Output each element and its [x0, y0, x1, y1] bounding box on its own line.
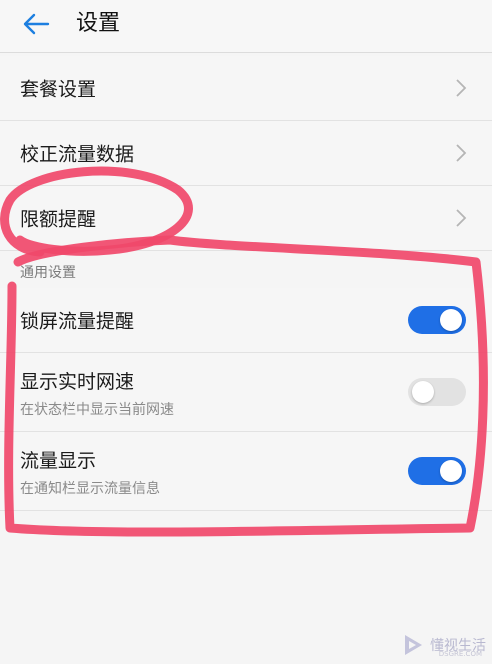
realtime-speed-toggle-switch[interactable] [408, 378, 466, 406]
settings-list: 套餐设置 校正流量数据 限额提醒 [0, 56, 492, 251]
toggle-item-title: 流量显示 [20, 450, 97, 472]
toggle-item-realtime-speed[interactable]: 显示实时网速 在状态栏中显示当前网速 [0, 353, 492, 432]
page-title: 设置 [76, 11, 121, 36]
traffic-display-toggle-switch[interactable] [408, 457, 466, 485]
watermark-logo-icon [405, 635, 422, 655]
settings-item-label: 校正流量数据 [20, 143, 135, 166]
app-header: 设置 [0, 0, 492, 53]
toggle-list: 锁屏流量提醒 显示实时网速 在状态栏中显示当前网速 流量显示 在通知栏显示流量信… [0, 288, 492, 511]
settings-item-label: 限额提醒 [20, 208, 97, 231]
settings-item-label: 套餐设置 [20, 78, 97, 101]
switch-knob [440, 460, 462, 482]
toggle-item-traffic-display[interactable]: 流量显示 在通知栏显示流量信息 [0, 432, 492, 511]
toggle-item-lockscreen[interactable]: 锁屏流量提醒 [0, 288, 492, 353]
lockscreen-toggle-switch[interactable] [408, 306, 466, 334]
settings-item-limit-reminder[interactable]: 限额提醒 [0, 186, 492, 251]
watermark-subtext: DSGRE.COM [438, 650, 482, 658]
switch-knob [440, 309, 462, 331]
chevron-right-icon [456, 144, 467, 162]
chevron-right-icon [456, 209, 467, 227]
watermark: 懂视生活 DSGRE.COM [400, 632, 486, 658]
chevron-right-icon [456, 79, 467, 97]
toggle-item-subtitle: 在状态栏中显示当前网速 [20, 402, 174, 418]
toggle-item-subtitle: 在通知栏显示流量信息 [20, 481, 160, 497]
toggle-item-title: 显示实时网速 [20, 371, 135, 393]
back-arrow-icon[interactable] [20, 8, 52, 40]
section-title: 通用设置 [20, 265, 76, 281]
switch-knob [412, 381, 434, 403]
toggle-item-title: 锁屏流量提醒 [20, 310, 135, 333]
settings-item-package[interactable]: 套餐设置 [0, 56, 492, 121]
settings-item-calibrate[interactable]: 校正流量数据 [0, 121, 492, 186]
